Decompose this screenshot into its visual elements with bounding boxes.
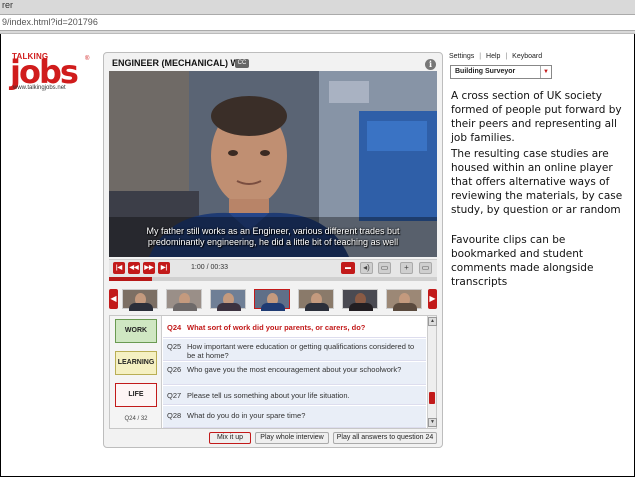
thumbnail-strip: ◀ ▶ (109, 287, 437, 311)
description-paragraph-3: Favourite clips can be bookmarked and st… (451, 234, 594, 288)
top-links: Settings | Help | Keyboard (449, 53, 542, 60)
thumbs-prev-icon[interactable]: ◀ (109, 289, 118, 309)
category-learning-button[interactable]: LEARNING (115, 351, 157, 375)
mix-it-up-button[interactable]: Mix it up (209, 432, 251, 444)
keyboard-link[interactable]: Keyboard (512, 53, 542, 60)
job-select[interactable]: Building Surveyor ▼ (450, 65, 552, 79)
question-list: Q24 What sort of work did your parents, … (163, 316, 426, 428)
thumbnail-selected[interactable] (254, 289, 290, 311)
thumbnail[interactable] (210, 289, 246, 311)
info-icon[interactable]: i (425, 59, 436, 70)
thumbnail[interactable] (122, 289, 158, 311)
question-item[interactable]: Q28 What do you do in your spare time? (163, 406, 426, 428)
cc-badge[interactable]: CC (235, 59, 249, 68)
browser-chrome: rer 9/index.html?id=201796 (0, 0, 635, 34)
scroll-down-icon[interactable]: ▼ (428, 418, 437, 427)
link-separator: | (505, 53, 508, 60)
play-whole-interview-button[interactable]: Play whole interview (255, 432, 329, 444)
link-separator: | (479, 53, 482, 60)
logo-main-text: jobs (10, 53, 79, 91)
chevron-down-icon[interactable]: ▼ (540, 66, 551, 78)
question-scrollbar[interactable]: ▲ ▼ (427, 316, 437, 428)
category-work-button[interactable]: WORK (115, 319, 157, 343)
question-item[interactable]: Q26 Who gave you the most encouragement … (163, 362, 426, 385)
thumbnail[interactable] (386, 289, 422, 311)
question-item[interactable]: Q25 How important were education or gett… (163, 339, 426, 361)
rewind-button[interactable]: ◀◀ (128, 262, 140, 274)
question-panel: WORK LEARNING LIFE Q24 / 32 Q24 What sor… (109, 315, 437, 429)
thumbs-next-icon[interactable]: ▶ (428, 289, 437, 309)
description-paragraph-2: The resulting case studies are housed wi… (451, 148, 623, 216)
thumbnail[interactable] (342, 289, 378, 311)
logo-registered-mark: ® (85, 56, 90, 62)
scroll-thumb[interactable] (429, 392, 435, 404)
category-life-button[interactable]: LIFE (115, 383, 157, 407)
category-column: WORK LEARNING LIFE Q24 / 32 (110, 316, 162, 428)
fullscreen-icon[interactable]: ▭ (419, 262, 432, 274)
video-frame[interactable]: My father still works as an Engineer, va… (109, 71, 437, 257)
player-title: ENGINEER (MECHANICAL) Wil (112, 58, 244, 68)
action-bar: Mix it up Play whole interview Play all … (109, 432, 437, 444)
time-display: 1:00 / 00:33 (191, 264, 228, 271)
settings-link[interactable]: Settings (449, 53, 474, 60)
question-item[interactable]: Q27 Please tell us something about your … (163, 386, 426, 405)
help-link[interactable]: Help (486, 53, 500, 60)
subtitle-text: My father still works as an Engineer, va… (109, 226, 437, 248)
comment-icon[interactable]: ▬ (341, 262, 355, 274)
progress-bar[interactable] (109, 277, 437, 281)
description-paragraph-1: A cross section of UK society formed of … (451, 90, 622, 144)
volume-icon[interactable]: ◂) (360, 262, 373, 274)
question-item[interactable]: Q24 What sort of work did your parents, … (163, 318, 426, 338)
video-player: ENGINEER (MECHANICAL) Wil CC i My father… (103, 52, 443, 448)
skip-start-button[interactable]: |◀ (113, 262, 125, 274)
url-bar[interactable]: 9/index.html?id=201796 (0, 14, 635, 31)
job-select-value: Building Surveyor (455, 68, 516, 75)
scroll-up-icon[interactable]: ▲ (428, 317, 437, 326)
logo-url: www.talkingjobs.net (13, 85, 66, 91)
player-controls: |◀ ◀◀ ▶▶ ▶| 1:00 / 00:33 ▬ ◂) ▭ + ▭ (109, 259, 437, 277)
play-all-answers-button[interactable]: Play all answers to question 24 (333, 432, 437, 444)
progress-fill (109, 277, 152, 281)
thumbnail[interactable] (298, 289, 334, 311)
caption-icon[interactable]: ▭ (378, 262, 391, 274)
fast-forward-button[interactable]: ▶▶ (143, 262, 155, 274)
skip-end-button[interactable]: ▶| (158, 262, 170, 274)
subtitle-line-1: My father still works as an Engineer, va… (146, 226, 400, 236)
browser-title: rer (2, 0, 13, 10)
talking-jobs-logo[interactable]: TALKING jobs ® www.talkingjobs.net (10, 52, 90, 94)
add-icon[interactable]: + (400, 262, 413, 274)
subtitle-line-2: predominantly engineering, he did a litt… (147, 237, 399, 247)
thumbnail[interactable] (166, 289, 202, 311)
question-count: Q24 / 32 (124, 416, 148, 422)
